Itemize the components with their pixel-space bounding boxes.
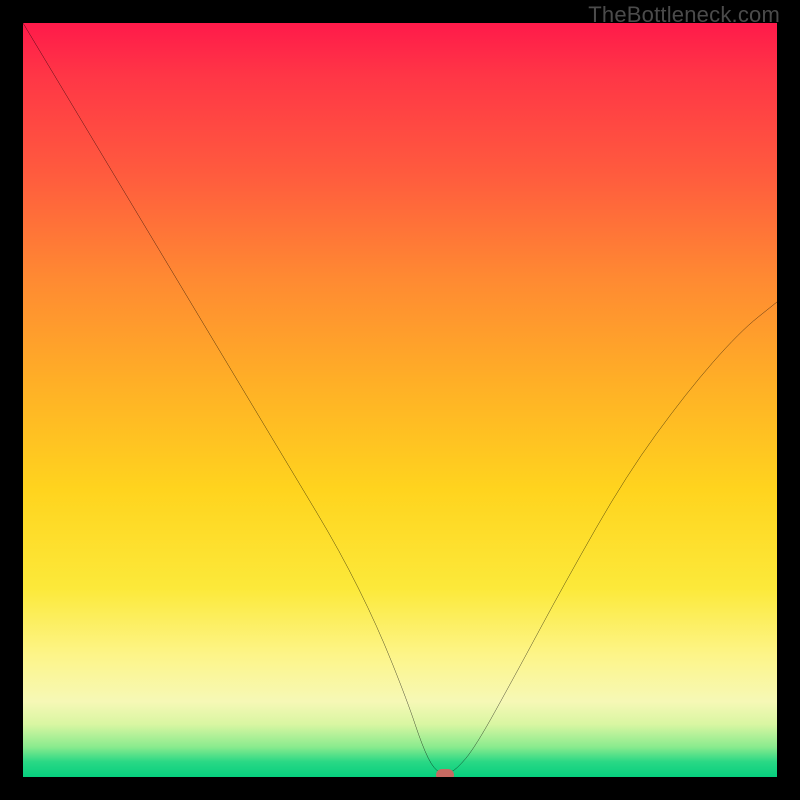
chart-frame bbox=[23, 23, 777, 777]
bottleneck-curve bbox=[23, 23, 777, 777]
optimal-point-marker bbox=[436, 769, 454, 777]
